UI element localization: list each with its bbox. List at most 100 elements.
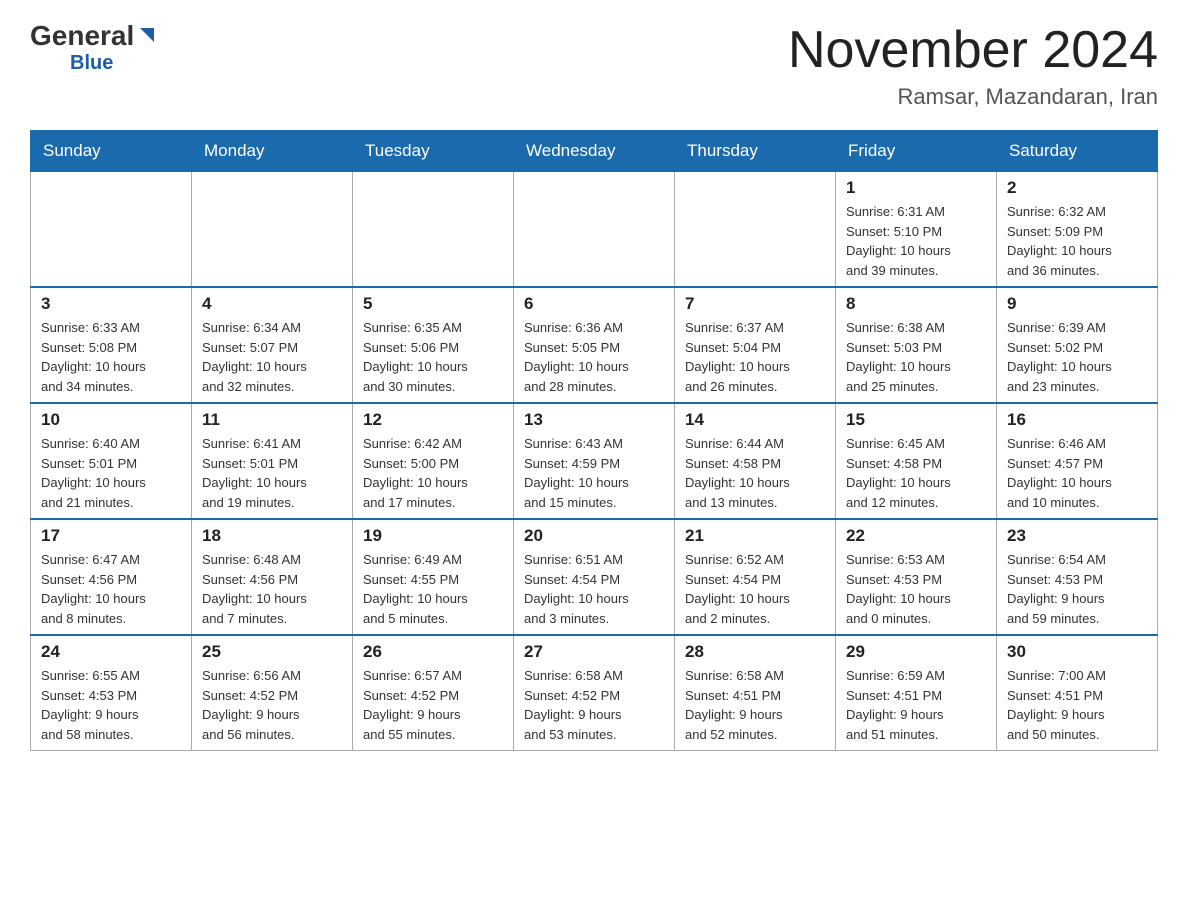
day-number: 10 (41, 410, 181, 430)
calendar-cell: 25 Sunrise: 6:56 AM Sunset: 4:52 PM Dayli… (192, 635, 353, 751)
day-number: 16 (1007, 410, 1147, 430)
calendar-cell: 5 Sunrise: 6:35 AM Sunset: 5:06 PM Daylig… (353, 287, 514, 403)
day-info: Sunrise: 6:40 AM Sunset: 5:01 PM Dayligh… (41, 434, 181, 512)
day-number: 28 (685, 642, 825, 662)
calendar-cell (514, 172, 675, 288)
day-header-tuesday: Tuesday (353, 131, 514, 172)
calendar-cell: 23 Sunrise: 6:54 AM Sunset: 4:53 PM Dayli… (997, 519, 1158, 635)
day-info: Sunrise: 6:38 AM Sunset: 5:03 PM Dayligh… (846, 318, 986, 396)
calendar-cell: 19Sunrise: 6:49 AM Sunset: 4:55 PM Dayli… (353, 519, 514, 635)
day-info: Sunrise: 6:47 AM Sunset: 4:56 PM Dayligh… (41, 550, 181, 628)
day-number: 15 (846, 410, 986, 430)
day-info: Sunrise: 6:45 AM Sunset: 4:58 PM Dayligh… (846, 434, 986, 512)
day-info: Sunrise: 6:51 AM Sunset: 4:54 PM Dayligh… (524, 550, 664, 628)
calendar-table: SundayMondayTuesdayWednesdayThursdayFrid… (30, 130, 1158, 751)
day-number: 8 (846, 294, 986, 314)
day-number: 20 (524, 526, 664, 546)
header-row: SundayMondayTuesdayWednesdayThursdayFrid… (31, 131, 1158, 172)
logo-general: General (30, 20, 134, 52)
calendar-cell: 18Sunrise: 6:48 AM Sunset: 4:56 PM Dayli… (192, 519, 353, 635)
day-header-wednesday: Wednesday (514, 131, 675, 172)
day-number: 19 (363, 526, 503, 546)
day-info: Sunrise: 6:36 AM Sunset: 5:05 PM Dayligh… (524, 318, 664, 396)
logo: General Blue (30, 20, 158, 75)
calendar-cell: 3 Sunrise: 6:33 AM Sunset: 5:08 PM Daylig… (31, 287, 192, 403)
calendar-cell: 26 Sunrise: 6:57 AM Sunset: 4:52 PM Dayli… (353, 635, 514, 751)
calendar-cell: 21 Sunrise: 6:52 AM Sunset: 4:54 PM Dayli… (675, 519, 836, 635)
day-info: Sunrise: 6:56 AM Sunset: 4:52 PM Dayligh… (202, 666, 342, 744)
week-row-4: 17 Sunrise: 6:47 AM Sunset: 4:56 PM Dayli… (31, 519, 1158, 635)
day-info: Sunrise: 6:52 AM Sunset: 4:54 PM Dayligh… (685, 550, 825, 628)
day-number: 26 (363, 642, 503, 662)
calendar-cell: 29Sunrise: 6:59 AM Sunset: 4:51 PM Dayli… (836, 635, 997, 751)
day-number: 13 (524, 410, 664, 430)
day-number: 21 (685, 526, 825, 546)
calendar-cell (192, 172, 353, 288)
calendar-subtitle: Ramsar, Mazandaran, Iran (788, 84, 1158, 110)
day-header-sunday: Sunday (31, 131, 192, 172)
day-info: Sunrise: 6:42 AM Sunset: 5:00 PM Dayligh… (363, 434, 503, 512)
day-number: 27 (524, 642, 664, 662)
calendar-cell: 4 Sunrise: 6:34 AM Sunset: 5:07 PM Daylig… (192, 287, 353, 403)
calendar-cell: 13 Sunrise: 6:43 AM Sunset: 4:59 PM Dayli… (514, 403, 675, 519)
week-row-1: 1 Sunrise: 6:31 AM Sunset: 5:10 PM Daylig… (31, 172, 1158, 288)
calendar-cell: 24Sunrise: 6:55 AM Sunset: 4:53 PM Dayli… (31, 635, 192, 751)
calendar-cell: 14Sunrise: 6:44 AM Sunset: 4:58 PM Dayli… (675, 403, 836, 519)
day-number: 23 (1007, 526, 1147, 546)
day-header-monday: Monday (192, 131, 353, 172)
calendar-cell: 20 Sunrise: 6:51 AM Sunset: 4:54 PM Dayli… (514, 519, 675, 635)
calendar-title: November 2024 (788, 20, 1158, 80)
day-number: 3 (41, 294, 181, 314)
calendar-cell (31, 172, 192, 288)
day-info: Sunrise: 7:00 AM Sunset: 4:51 PM Dayligh… (1007, 666, 1147, 744)
day-info: Sunrise: 6:58 AM Sunset: 4:52 PM Dayligh… (524, 666, 664, 744)
calendar-cell: 7 Sunrise: 6:37 AM Sunset: 5:04 PM Daylig… (675, 287, 836, 403)
day-number: 1 (846, 178, 986, 198)
day-info: Sunrise: 6:54 AM Sunset: 4:53 PM Dayligh… (1007, 550, 1147, 628)
week-row-2: 3 Sunrise: 6:33 AM Sunset: 5:08 PM Daylig… (31, 287, 1158, 403)
calendar-cell: 10 Sunrise: 6:40 AM Sunset: 5:01 PM Dayli… (31, 403, 192, 519)
day-number: 18 (202, 526, 342, 546)
day-number: 17 (41, 526, 181, 546)
day-number: 29 (846, 642, 986, 662)
calendar-cell: 9Sunrise: 6:39 AM Sunset: 5:02 PM Daylig… (997, 287, 1158, 403)
day-number: 25 (202, 642, 342, 662)
day-info: Sunrise: 6:41 AM Sunset: 5:01 PM Dayligh… (202, 434, 342, 512)
day-number: 11 (202, 410, 342, 430)
logo-triangle-icon (136, 24, 158, 46)
day-info: Sunrise: 6:31 AM Sunset: 5:10 PM Dayligh… (846, 202, 986, 280)
day-number: 5 (363, 294, 503, 314)
day-number: 24 (41, 642, 181, 662)
day-info: Sunrise: 6:37 AM Sunset: 5:04 PM Dayligh… (685, 318, 825, 396)
calendar-cell: 15 Sunrise: 6:45 AM Sunset: 4:58 PM Dayli… (836, 403, 997, 519)
day-number: 7 (685, 294, 825, 314)
calendar-cell: 22Sunrise: 6:53 AM Sunset: 4:53 PM Dayli… (836, 519, 997, 635)
day-info: Sunrise: 6:58 AM Sunset: 4:51 PM Dayligh… (685, 666, 825, 744)
calendar-cell: 1 Sunrise: 6:31 AM Sunset: 5:10 PM Daylig… (836, 172, 997, 288)
calendar-cell: 30 Sunrise: 7:00 AM Sunset: 4:51 PM Dayli… (997, 635, 1158, 751)
day-info: Sunrise: 6:35 AM Sunset: 5:06 PM Dayligh… (363, 318, 503, 396)
calendar-cell: 6 Sunrise: 6:36 AM Sunset: 5:05 PM Daylig… (514, 287, 675, 403)
day-number: 12 (363, 410, 503, 430)
day-header-thursday: Thursday (675, 131, 836, 172)
day-number: 30 (1007, 642, 1147, 662)
logo-blue: Blue (70, 52, 113, 75)
day-header-saturday: Saturday (997, 131, 1158, 172)
day-number: 4 (202, 294, 342, 314)
week-row-3: 10 Sunrise: 6:40 AM Sunset: 5:01 PM Dayli… (31, 403, 1158, 519)
day-number: 2 (1007, 178, 1147, 198)
day-number: 22 (846, 526, 986, 546)
week-row-5: 24Sunrise: 6:55 AM Sunset: 4:53 PM Dayli… (31, 635, 1158, 751)
day-info: Sunrise: 6:57 AM Sunset: 4:52 PM Dayligh… (363, 666, 503, 744)
calendar-cell: 28 Sunrise: 6:58 AM Sunset: 4:51 PM Dayli… (675, 635, 836, 751)
calendar-cell (353, 172, 514, 288)
day-info: Sunrise: 6:33 AM Sunset: 5:08 PM Dayligh… (41, 318, 181, 396)
day-info: Sunrise: 6:39 AM Sunset: 5:02 PM Dayligh… (1007, 318, 1147, 396)
day-header-friday: Friday (836, 131, 997, 172)
day-info: Sunrise: 6:34 AM Sunset: 5:07 PM Dayligh… (202, 318, 342, 396)
day-number: 6 (524, 294, 664, 314)
day-info: Sunrise: 6:44 AM Sunset: 4:58 PM Dayligh… (685, 434, 825, 512)
calendar-cell: 8 Sunrise: 6:38 AM Sunset: 5:03 PM Daylig… (836, 287, 997, 403)
title-section: November 2024 Ramsar, Mazandaran, Iran (788, 20, 1158, 110)
day-info: Sunrise: 6:43 AM Sunset: 4:59 PM Dayligh… (524, 434, 664, 512)
